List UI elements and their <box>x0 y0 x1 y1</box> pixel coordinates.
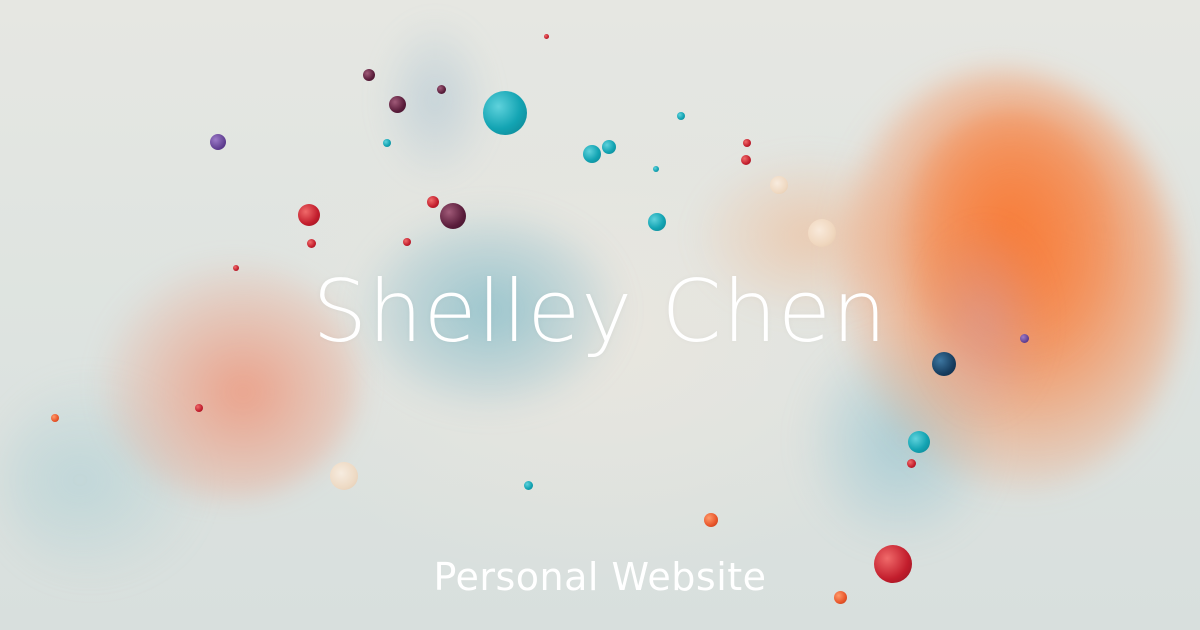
droplet <box>483 91 527 135</box>
droplet <box>330 462 358 490</box>
site-title: Shelley Chen <box>312 262 888 362</box>
droplet <box>907 459 916 468</box>
droplet <box>583 145 601 163</box>
droplet <box>363 69 375 81</box>
droplet <box>437 85 446 94</box>
droplet <box>743 139 751 147</box>
droplet <box>908 431 930 453</box>
background-blue-wash <box>800 330 1000 550</box>
droplet <box>307 239 316 248</box>
droplet <box>524 481 533 490</box>
droplet <box>648 213 666 231</box>
droplet <box>440 203 466 229</box>
hero-banner: Shelley Chen Personal Website <box>0 0 1200 630</box>
droplet <box>808 219 836 247</box>
droplet <box>602 140 616 154</box>
droplet <box>741 155 751 165</box>
droplet <box>677 112 685 120</box>
site-subtitle: Personal Website <box>433 555 767 599</box>
droplet <box>51 414 59 422</box>
droplet <box>770 176 788 194</box>
droplet <box>544 34 549 39</box>
droplet <box>653 166 659 172</box>
droplet <box>403 238 411 246</box>
background-blue-wash <box>0 380 200 580</box>
droplet <box>427 196 439 208</box>
droplet <box>704 513 718 527</box>
droplet <box>298 204 320 226</box>
droplet <box>195 404 203 412</box>
droplet <box>383 139 391 147</box>
droplet <box>210 134 226 150</box>
droplet <box>389 96 406 113</box>
